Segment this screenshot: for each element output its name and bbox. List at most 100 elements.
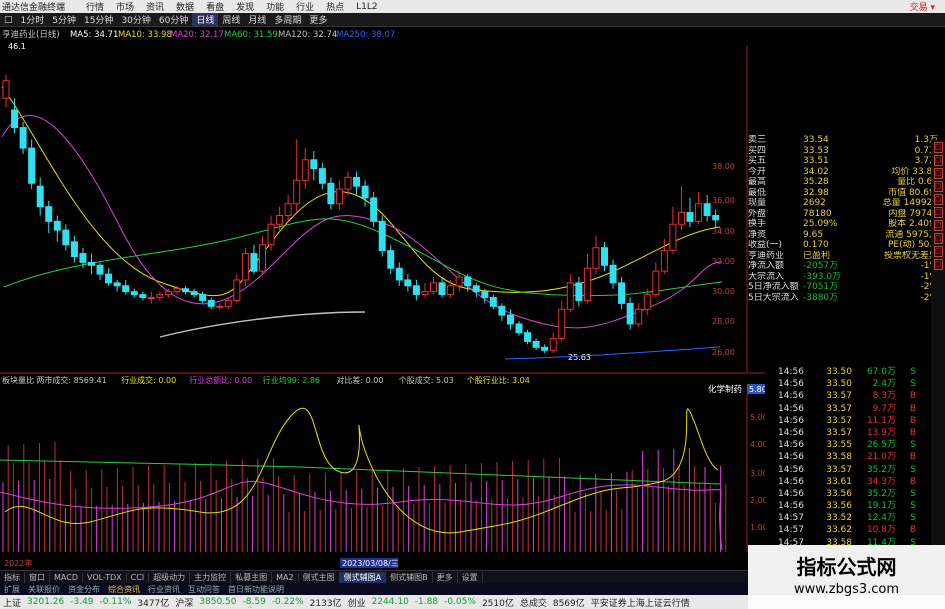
side-tool-icon[interactable]: □ bbox=[933, 207, 943, 218]
side-tool-icon[interactable]: □ bbox=[933, 168, 943, 179]
candle-body bbox=[293, 179, 301, 205]
period-daily[interactable]: 日线 bbox=[192, 13, 219, 26]
side-tool-icon[interactable]: □ bbox=[933, 233, 943, 244]
function-tab[interactable]: 资金分布 bbox=[64, 584, 104, 595]
tick-volume: 35.2万 bbox=[866, 464, 896, 475]
status-item: -3.49 bbox=[70, 597, 94, 607]
quote-row: 最高 35.28 量比 0.63 bbox=[748, 177, 945, 188]
function-tab[interactable]: 关联报价 bbox=[24, 584, 64, 595]
function-tab[interactable]: 综合资讯 bbox=[104, 584, 144, 595]
trade-button[interactable]: 交易 ▾ bbox=[904, 0, 945, 13]
candle-body bbox=[344, 176, 352, 190]
side-tool-icon[interactable]: □ bbox=[933, 220, 943, 231]
tick-row[interactable]: 14:56 33.57 8.3万 B bbox=[778, 390, 933, 402]
tick-price: 33.55 bbox=[826, 440, 852, 451]
quote-row: 卖三 33.54 1.3万 bbox=[748, 135, 945, 146]
function-tab[interactable]: 互动问答 bbox=[184, 584, 224, 595]
indicator-tab[interactable]: MACD bbox=[50, 572, 83, 582]
indicator-tab[interactable]: 更多 bbox=[433, 571, 458, 583]
menu-l1l2[interactable]: L1L2 bbox=[350, 2, 383, 12]
menu-industry[interactable]: 行业 bbox=[290, 0, 320, 13]
indicator-tab[interactable]: 侧式辅图A bbox=[339, 571, 387, 583]
menu-watch[interactable]: 看盘 bbox=[200, 0, 230, 13]
side-tool-icon[interactable]: □ bbox=[933, 142, 943, 153]
tick-time: 14:56 bbox=[778, 464, 804, 475]
period-multi[interactable]: 多周期 bbox=[270, 13, 305, 26]
tick-row[interactable]: 14:56 33.57 35.2万 S bbox=[778, 464, 933, 476]
indicator-tab[interactable]: VOL-TDX bbox=[83, 572, 127, 582]
indicator-tab[interactable]: CCI bbox=[127, 572, 150, 582]
indicator-chart[interactable]: 板块量比 两市成交: 8569.41 行业成交: 0.00 行业总额比: 0.00 行业… bbox=[0, 372, 765, 570]
tick-price: 33.50 bbox=[826, 379, 852, 390]
menu-discover[interactable]: 发现 bbox=[230, 0, 260, 13]
tick-price: 33.57 bbox=[826, 415, 852, 426]
side-tool-icon[interactable]: □ bbox=[933, 246, 943, 257]
tick-row[interactable]: 14:56 33.50 2.4万 S bbox=[778, 378, 933, 390]
menu-hq[interactable]: 行情 bbox=[80, 0, 110, 13]
quote-value: 已盈利 bbox=[803, 250, 831, 261]
tick-row[interactable]: 14:56 33.56 19.1万 S bbox=[778, 500, 933, 512]
kline-chart[interactable]: 亨迪药业(日线) MA5: 34.71 MA10: 33.98 MA20: 32… bbox=[0, 27, 748, 372]
indicator-tab[interactable]: 侧式辅图B bbox=[386, 571, 433, 583]
indicator-tab[interactable]: 主力监控 bbox=[190, 571, 232, 583]
tick-row[interactable]: 14:57 33.52 12.4万 S bbox=[778, 512, 933, 524]
period-more[interactable]: 更多 bbox=[305, 13, 331, 26]
candle-body bbox=[36, 185, 44, 208]
candle-body bbox=[541, 346, 549, 351]
period-1min[interactable]: 1分时 bbox=[17, 13, 49, 26]
side-tool-icon[interactable]: □ bbox=[933, 181, 943, 192]
price-tick: 32.00 bbox=[712, 257, 735, 266]
period-5min[interactable]: 5分钟 bbox=[48, 13, 80, 26]
tick-row[interactable]: 14:56 33.57 9.7万 B bbox=[778, 403, 933, 415]
side-tool-icon[interactable]: □ bbox=[933, 259, 943, 270]
candle-body bbox=[387, 250, 395, 269]
price-tick: 38.00 bbox=[712, 162, 735, 171]
candle-body bbox=[2, 80, 10, 99]
tick-row[interactable]: 14:56 33.55 26.5万 S bbox=[778, 439, 933, 451]
indicator-tab[interactable]: 指标 bbox=[0, 571, 25, 583]
menu-function[interactable]: 功能 bbox=[260, 0, 290, 13]
candle-body bbox=[609, 264, 617, 284]
tick-row[interactable]: 14:56 33.57 13.9万 B bbox=[778, 427, 933, 439]
menu-data[interactable]: 数据 bbox=[170, 0, 200, 13]
status-item: 上证 bbox=[3, 598, 22, 609]
tick-row[interactable]: 14:57 33.62 10.8万 B bbox=[778, 524, 933, 536]
stock-label: 亨迪药业(日线) bbox=[2, 29, 60, 40]
indicator-tab[interactable]: 侧式主图 bbox=[299, 571, 340, 583]
period-weekly[interactable]: 周线 bbox=[218, 13, 244, 26]
indicator-header: 板块量比 两市成交: 8569.41 行业成交: 0.00 行业总额比: 0.00 行业… bbox=[2, 375, 530, 385]
indicator-tab[interactable]: 窗口 bbox=[25, 571, 50, 583]
menu-hot[interactable]: 热点 bbox=[320, 0, 350, 13]
side-tool-icon[interactable]: □ bbox=[933, 194, 943, 205]
tick-row[interactable]: 14:56 33.57 11.1万 B bbox=[778, 415, 933, 427]
moving-average-lines bbox=[1, 86, 723, 360]
candle-body bbox=[156, 294, 164, 299]
indicator-tab[interactable]: 设置 bbox=[458, 571, 483, 583]
period-30min[interactable]: 30分钟 bbox=[117, 13, 154, 26]
side-tool-icon[interactable]: □ bbox=[933, 155, 943, 166]
menu-news[interactable]: 资讯 bbox=[140, 0, 170, 13]
tick-row[interactable]: 14:56 33.56 35.2万 S bbox=[778, 488, 933, 500]
tick-row[interactable]: 14:56 33.58 21.0万 B bbox=[778, 451, 933, 463]
candle-body bbox=[207, 299, 215, 307]
quote-extra: 市值 80.6亿 bbox=[888, 187, 938, 198]
candle-body bbox=[122, 285, 130, 293]
candle-body bbox=[558, 308, 566, 340]
indicator-tab[interactable]: 私募主图 bbox=[231, 571, 273, 583]
candle-body bbox=[592, 247, 600, 269]
function-tab[interactable]: 扩展 bbox=[0, 584, 24, 595]
indicator-tab[interactable]: 超级动力 bbox=[149, 571, 191, 583]
period-monthly[interactable]: 月线 bbox=[244, 13, 270, 26]
function-tab[interactable]: 首日新功能说明 bbox=[224, 584, 288, 595]
tick-list[interactable]: 14:56 33.50 67.0万 S 14:56 33.50 2.4万 S 14:56 33.5… bbox=[778, 366, 933, 549]
quote-row: 最低 32.98 市值 80.6亿 bbox=[748, 188, 945, 199]
menu-market[interactable]: 市场 bbox=[110, 0, 140, 13]
indicator-tab[interactable]: MA2 bbox=[272, 572, 299, 582]
tick-row[interactable]: 14:56 33.61 34.3万 B bbox=[778, 476, 933, 488]
tick-row[interactable]: 14:56 33.50 67.0万 S bbox=[778, 366, 933, 378]
period-15min[interactable]: 15分钟 bbox=[80, 13, 117, 26]
window-icon[interactable]: □ bbox=[0, 15, 17, 25]
function-tab[interactable]: 行业资讯 bbox=[144, 584, 184, 595]
period-60min[interactable]: 60分钟 bbox=[155, 13, 192, 26]
status-item: -8.59 bbox=[242, 597, 266, 607]
